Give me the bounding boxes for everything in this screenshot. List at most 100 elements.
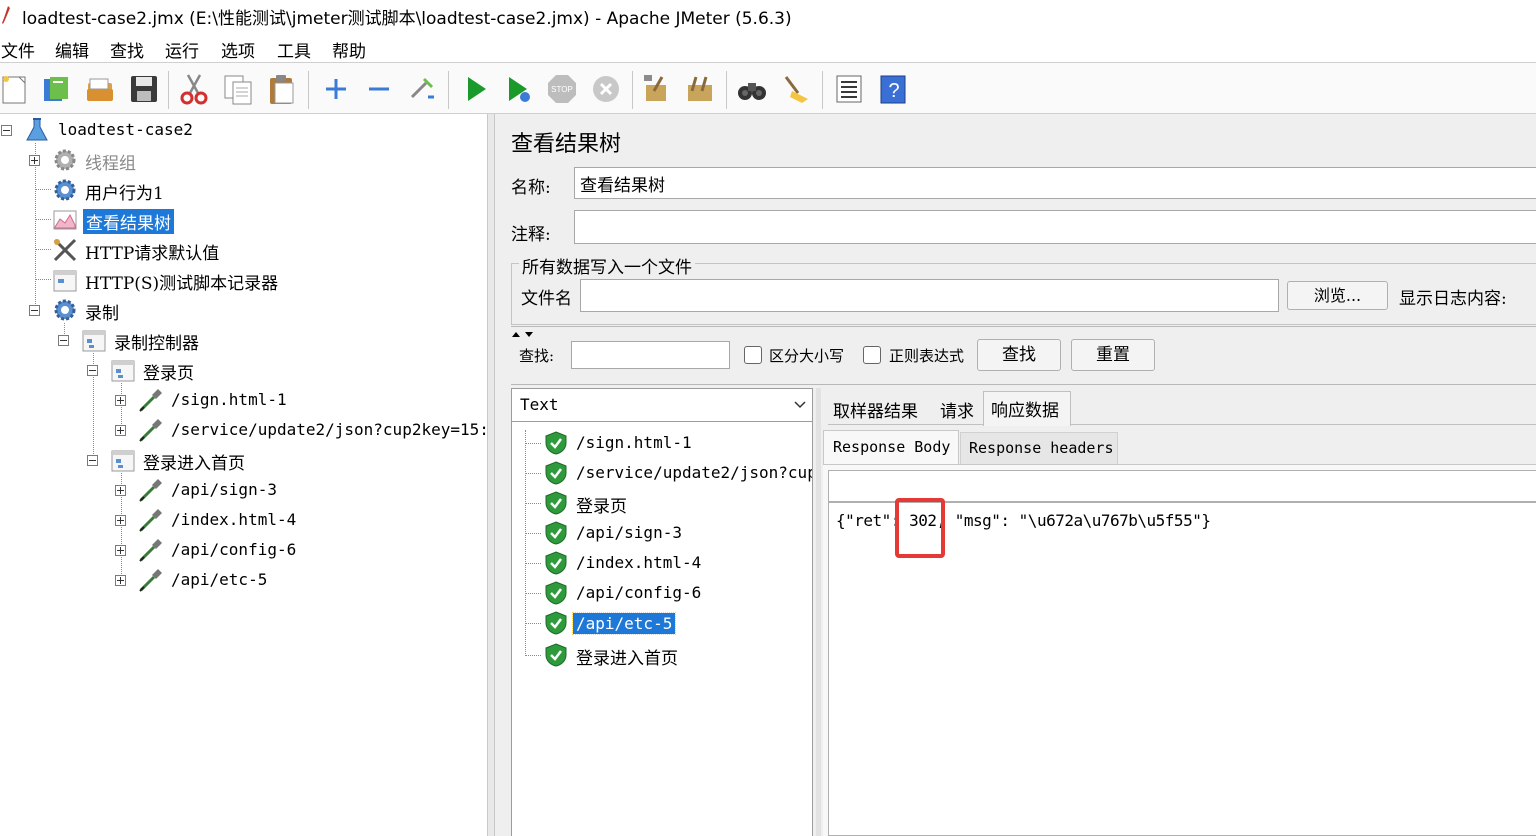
expand-toggle[interactable] — [29, 155, 40, 166]
renderer-select[interactable]: Text — [511, 388, 813, 422]
collapse-toggle[interactable] — [58, 335, 69, 346]
sampler-icon — [138, 507, 164, 533]
open-icon[interactable] — [84, 73, 116, 105]
stop-icon[interactable]: STOP — [546, 73, 578, 105]
menu-tools[interactable]: 工具 — [277, 37, 311, 62]
result-item[interactable]: 登录进入首页 — [544, 641, 812, 669]
tree-label: 查看结果树 — [83, 209, 174, 234]
result-item-selected[interactable]: /api/etc-5 — [544, 609, 812, 637]
toggle-icon[interactable] — [406, 73, 438, 105]
tab-response-headers[interactable]: Response headers — [960, 432, 1118, 464]
expand-toggle[interactable] — [115, 395, 126, 406]
expand-toggle[interactable] — [115, 575, 126, 586]
tree-node-recording[interactable]: 录制 — [0, 296, 480, 324]
result-item[interactable]: /api/config-6 — [544, 579, 812, 607]
expand-toggle[interactable] — [115, 515, 126, 526]
tree-node-sampler[interactable]: /api/sign-3 — [0, 476, 480, 504]
cut-icon[interactable] — [178, 73, 210, 105]
collapse-toggle[interactable] — [29, 305, 40, 316]
tab-response-body[interactable]: Response Body — [823, 430, 959, 464]
result-label: /api/config-6 — [576, 583, 702, 602]
tree-node-recorder[interactable]: HTTP(S)测试脚本记录器 — [0, 266, 480, 294]
shutdown-icon[interactable] — [590, 73, 622, 105]
new-icon[interactable] — [0, 73, 32, 105]
tree-label: /sign.html-1 — [171, 390, 287, 409]
response-text-area[interactable]: {"ret": 302, "msg": "\u672a\u767b\u5f55"… — [828, 498, 1536, 836]
result-label: 登录进入首页 — [576, 649, 678, 669]
start-no-pause-icon[interactable] — [503, 73, 535, 105]
clear-icon[interactable] — [640, 73, 672, 105]
name-field[interactable]: 查看结果树 — [574, 167, 1536, 199]
collapse-toggle[interactable] — [87, 365, 98, 376]
pane-splitter[interactable] — [487, 114, 495, 836]
tree-label: 登录页 — [143, 364, 194, 384]
title-bar: loadtest-case2.jmx (E:\性能测试\jmeter测试脚本\l… — [0, 0, 1536, 30]
tree-node-sampler[interactable]: /api/config-6 — [0, 536, 480, 564]
browse-button[interactable]: 浏览... — [1287, 281, 1388, 310]
result-item[interactable]: 登录页 — [544, 489, 812, 517]
tree-node-http-defaults[interactable]: HTTP请求默认值 — [0, 236, 480, 264]
expand-toggle[interactable] — [115, 485, 126, 496]
help-icon[interactable]: ? — [877, 73, 909, 105]
result-item[interactable]: /index.html-4 — [544, 549, 812, 577]
success-shield-icon — [545, 521, 567, 545]
expand-toggle[interactable] — [115, 425, 126, 436]
tree-node-recording-controller[interactable]: 录制控制器 — [0, 326, 480, 354]
collapse-toggle[interactable] — [1, 125, 12, 136]
expand-toggle[interactable] — [115, 545, 126, 556]
tree-node-root[interactable]: loadtest-case2 — [0, 116, 480, 144]
filename-field[interactable] — [580, 279, 1279, 312]
tree-node-sampler[interactable]: /sign.html-1 — [0, 386, 487, 414]
success-shield-icon — [545, 581, 567, 605]
tree-node-thread-group[interactable]: 线程组 — [0, 146, 480, 174]
expand-icon[interactable] — [320, 73, 352, 105]
tab-response-data[interactable]: 响应数据 — [983, 391, 1071, 426]
tab-sampler-result[interactable]: 取样器结果 — [833, 397, 918, 422]
menu-file[interactable]: 文件 — [1, 37, 35, 62]
tree-node-sampler[interactable]: /index.html-4 — [0, 506, 480, 534]
result-item[interactable]: /service/update2/json?cup2 — [544, 459, 812, 487]
menu-bar: 文件 编辑 查找 运行 选项 工具 帮助 — [0, 32, 1536, 62]
regex-checkbox[interactable] — [863, 346, 881, 364]
tree-label: 录制 — [85, 304, 119, 324]
comment-field[interactable] — [574, 210, 1536, 244]
search-icon[interactable] — [736, 73, 768, 105]
collapse-icon[interactable] — [363, 73, 395, 105]
tree-node-login-home[interactable]: 登录进入首页 — [0, 446, 480, 474]
case-sensitive-checkbox[interactable] — [744, 346, 762, 364]
tree-node-sampler[interactable]: /api/etc-5 — [0, 566, 480, 594]
copy-icon[interactable] — [222, 73, 254, 105]
log-display-label: 显示日志内容: — [1399, 289, 1507, 309]
menu-run[interactable]: 运行 — [165, 37, 199, 62]
clear-all-icon[interactable] — [684, 73, 716, 105]
success-shield-icon — [545, 491, 567, 515]
tab-request[interactable]: 请求 — [940, 397, 974, 422]
svg-text:?: ? — [888, 80, 899, 102]
find-button[interactable]: 查找 — [977, 339, 1061, 371]
start-icon[interactable] — [460, 73, 492, 105]
menu-search[interactable]: 查找 — [110, 37, 144, 62]
result-label: /index.html-4 — [576, 553, 702, 572]
results-list: /sign.html-1 /service/update2/json?cup2 … — [511, 421, 813, 836]
tree-node-login-page[interactable]: 登录页 — [0, 356, 480, 384]
save-icon[interactable] — [128, 73, 160, 105]
menu-options[interactable]: 选项 — [221, 37, 255, 62]
tree-node-user-behavior[interactable]: 用户行为1 — [0, 176, 480, 204]
collapse-toggle[interactable] — [87, 455, 98, 466]
tree-label: /service/update2/json?cup2key=15:72 — [171, 420, 487, 439]
menu-help[interactable]: 帮助 — [332, 37, 366, 62]
reset-search-icon[interactable] — [780, 73, 812, 105]
result-item[interactable]: /sign.html-1 — [544, 429, 812, 457]
templates-icon[interactable] — [40, 73, 72, 105]
function-helper-icon[interactable] — [833, 73, 865, 105]
reset-button[interactable]: 重置 — [1071, 339, 1155, 371]
menu-edit[interactable]: 编辑 — [55, 37, 89, 62]
tree-label: loadtest-case2 — [58, 120, 193, 139]
search-input[interactable] — [571, 341, 730, 369]
paste-icon[interactable] — [266, 73, 298, 105]
tree-node-view-results-tree[interactable]: 查看结果树 — [0, 206, 480, 234]
result-item[interactable]: /api/sign-3 — [544, 519, 812, 547]
recorder-icon — [52, 267, 78, 293]
tree-node-sampler[interactable]: /service/update2/json?cup2key=15:72 — [0, 416, 487, 444]
file-group-title: 所有数据写入一个文件 — [519, 253, 695, 278]
